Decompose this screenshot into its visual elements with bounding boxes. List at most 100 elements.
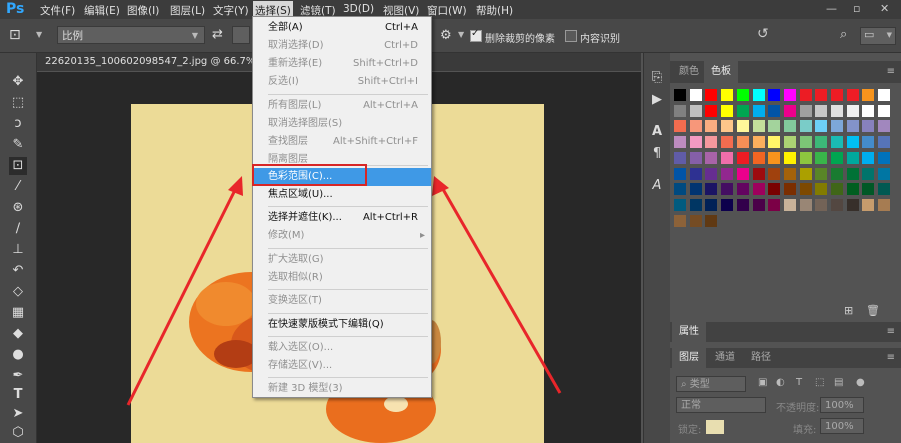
color-swatch[interactable]	[878, 199, 890, 211]
filter-pixel-icon[interactable]: ▣	[758, 377, 767, 388]
color-swatch[interactable]	[705, 183, 717, 195]
color-swatch[interactable]	[815, 199, 827, 211]
color-swatch[interactable]	[831, 152, 843, 164]
color-swatch[interactable]	[768, 183, 780, 195]
color-swatch[interactable]	[862, 168, 874, 180]
blend-mode-select[interactable]: 正常	[676, 397, 766, 413]
color-swatch[interactable]	[815, 136, 827, 148]
tab-properties[interactable]: 属性	[672, 322, 706, 342]
tab-swatches[interactable]: 色板	[704, 61, 738, 83]
trash-icon[interactable]: 🗑	[866, 304, 880, 317]
select-menu-item[interactable]: 存储选区(V)...	[253, 357, 431, 375]
color-swatch[interactable]	[690, 136, 702, 148]
color-swatch[interactable]	[784, 120, 796, 132]
color-swatch[interactable]	[674, 105, 686, 117]
select-menu-item[interactable]: 取消选择(D) Ctrl+D	[253, 37, 431, 55]
color-swatch[interactable]	[784, 183, 796, 195]
color-swatch[interactable]	[815, 120, 827, 132]
color-swatch[interactable]	[862, 89, 874, 101]
color-swatch[interactable]	[753, 199, 765, 211]
color-swatch[interactable]	[847, 168, 859, 180]
color-swatch[interactable]	[768, 136, 780, 148]
color-swatch[interactable]	[705, 105, 717, 117]
color-swatch[interactable]	[831, 120, 843, 132]
select-menu-item[interactable]: 在快速蒙版模式下编辑(Q)	[253, 316, 431, 334]
color-swatch[interactable]	[753, 89, 765, 101]
color-swatch[interactable]	[847, 89, 859, 101]
color-swatch[interactable]	[737, 152, 749, 164]
color-swatch[interactable]	[753, 183, 765, 195]
color-swatch[interactable]	[784, 168, 796, 180]
filter-adjustment-icon[interactable]: ◐	[776, 377, 785, 388]
color-swatch[interactable]	[690, 215, 702, 227]
fill-field[interactable]: 100%	[820, 418, 864, 434]
color-swatch[interactable]	[878, 152, 890, 164]
color-swatch[interactable]	[690, 168, 702, 180]
color-swatch[interactable]	[674, 199, 686, 211]
color-swatch[interactable]	[753, 105, 765, 117]
color-swatch[interactable]	[800, 199, 812, 211]
tab-channels[interactable]: 通道	[708, 348, 742, 368]
glyphs-panel-icon[interactable]: A	[648, 177, 666, 195]
color-swatch[interactable]	[831, 199, 843, 211]
color-swatch[interactable]	[690, 105, 702, 117]
tab-paths[interactable]: 路径	[744, 348, 778, 368]
panel-menu-icon[interactable]: ≡	[887, 66, 895, 77]
color-swatch[interactable]	[721, 199, 733, 211]
color-swatch[interactable]	[674, 89, 686, 101]
color-swatch[interactable]	[737, 136, 749, 148]
color-swatch[interactable]	[705, 120, 717, 132]
color-swatch[interactable]	[878, 183, 890, 195]
color-swatch[interactable]	[815, 183, 827, 195]
color-swatch[interactable]	[721, 105, 733, 117]
color-swatch[interactable]	[768, 152, 780, 164]
color-swatch[interactable]	[878, 136, 890, 148]
color-swatch[interactable]	[690, 152, 702, 164]
color-swatch[interactable]	[705, 136, 717, 148]
color-swatch[interactable]	[800, 136, 812, 148]
color-swatch[interactable]	[800, 168, 812, 180]
color-swatch[interactable]	[674, 168, 686, 180]
paragraph-panel-icon[interactable]: ¶	[648, 145, 666, 163]
select-menu-item[interactable]: 选择并遮住(K)... Alt+Ctrl+R	[253, 209, 431, 227]
color-swatch[interactable]	[768, 105, 780, 117]
select-menu-item[interactable]: 修改(M) ▸	[253, 227, 431, 245]
select-menu-item[interactable]: 所有图层(L) Alt+Ctrl+A	[253, 97, 431, 115]
color-swatch[interactable]	[847, 105, 859, 117]
select-menu-item[interactable]: 重新选择(E) Shift+Ctrl+D	[253, 55, 431, 73]
color-swatch[interactable]	[847, 120, 859, 132]
color-swatch[interactable]	[768, 89, 780, 101]
color-swatch[interactable]	[705, 152, 717, 164]
color-swatch[interactable]	[753, 120, 765, 132]
color-swatch[interactable]	[690, 183, 702, 195]
panel-menu-icon[interactable]: ≡	[887, 326, 895, 337]
color-swatch[interactable]	[753, 136, 765, 148]
color-swatch[interactable]	[690, 120, 702, 132]
color-swatch[interactable]	[800, 105, 812, 117]
color-swatch[interactable]	[737, 183, 749, 195]
select-menu-item[interactable]: 变换选区(T)	[253, 292, 431, 310]
color-swatch[interactable]	[847, 199, 859, 211]
color-swatch[interactable]	[815, 168, 827, 180]
color-swatch[interactable]	[784, 136, 796, 148]
color-swatch[interactable]	[878, 168, 890, 180]
color-swatch[interactable]	[862, 199, 874, 211]
color-swatch[interactable]	[815, 89, 827, 101]
layer-filter-kind[interactable]: ⌕ 类型	[676, 376, 746, 392]
color-swatch[interactable]	[800, 89, 812, 101]
color-swatch[interactable]	[690, 199, 702, 211]
color-swatch[interactable]	[878, 105, 890, 117]
color-swatch[interactable]	[737, 199, 749, 211]
select-menu-item[interactable]: 查找图层 Alt+Shift+Ctrl+F	[253, 133, 431, 151]
actions-panel-icon[interactable]: ▶	[648, 91, 666, 109]
color-swatch[interactable]	[753, 152, 765, 164]
select-menu-item[interactable]: 全部(A) Ctrl+A	[253, 19, 431, 37]
history-panel-icon[interactable]: ⎘	[648, 69, 666, 87]
color-swatch[interactable]	[721, 136, 733, 148]
color-swatch[interactable]	[831, 168, 843, 180]
select-menu-item[interactable]: 选取相似(R)	[253, 269, 431, 287]
color-swatch[interactable]	[768, 199, 780, 211]
color-swatch[interactable]	[737, 120, 749, 132]
color-swatch[interactable]	[721, 152, 733, 164]
panel-menu-icon[interactable]: ≡	[887, 352, 895, 363]
